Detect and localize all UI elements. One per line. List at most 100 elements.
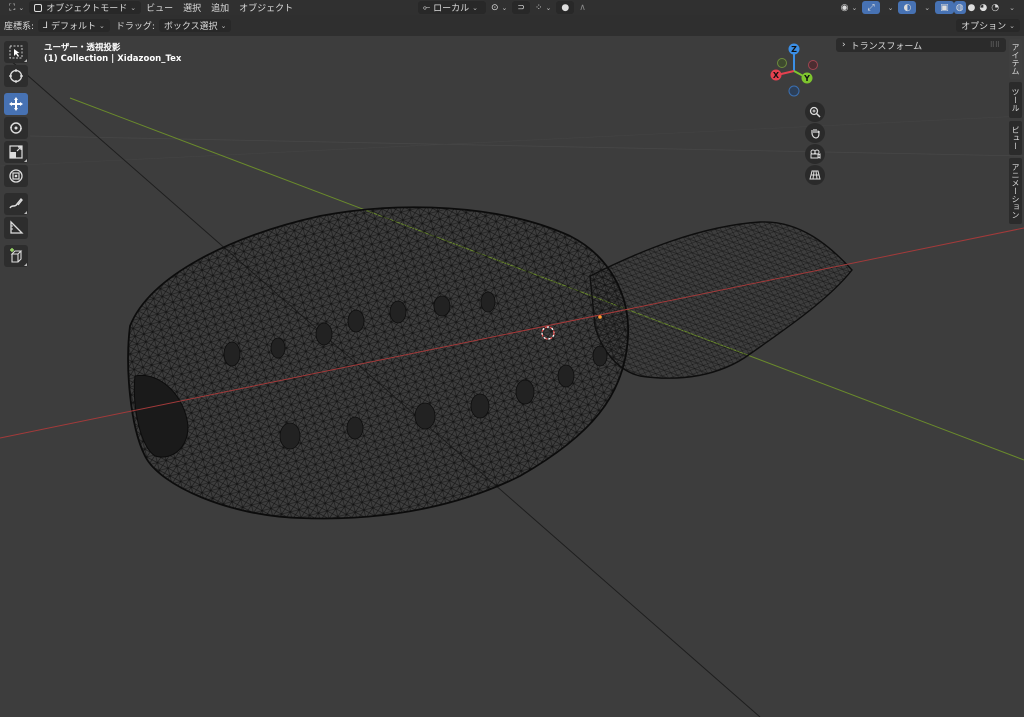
navigation-gizmo[interactable]: Z X Y: [764, 41, 828, 101]
falloff-icon: ∧: [579, 2, 586, 13]
tool-select-box[interactable]: [4, 41, 28, 63]
gizmo-x-label: X: [773, 71, 780, 80]
editor-type-button[interactable]: ⛶ ⌄: [4, 1, 29, 14]
visibility-dropdown[interactable]: ◉ ⌄: [836, 1, 863, 14]
drag-handle-icon[interactable]: ⠿⠿: [990, 41, 1000, 49]
tool-transform[interactable]: [4, 165, 28, 187]
tool-cursor[interactable]: [4, 65, 28, 87]
camera-view-button[interactable]: [805, 144, 825, 164]
cursor-icon: [9, 69, 23, 83]
eye-icon: ◉: [840, 2, 849, 13]
wireframe-sphere-icon: ◍: [955, 2, 964, 13]
rotate-icon: [10, 122, 22, 134]
gizmo-dropdown[interactable]: ⌄: [880, 1, 899, 14]
drag-action-dropdown[interactable]: ボックス選択 ⌄: [158, 19, 232, 32]
magnet-icon: ⊃: [517, 2, 525, 13]
gizmo-neg-x[interactable]: [808, 60, 818, 70]
shading-wireframe[interactable]: ◍: [953, 1, 966, 14]
gizmo-neg-y[interactable]: [777, 58, 787, 68]
proportional-edit-toggle[interactable]: ●: [556, 1, 575, 14]
axes-icon: ⅃: [43, 20, 49, 31]
solid-sphere-icon: ●: [967, 2, 976, 13]
gizmo-icon: ⤢: [867, 2, 875, 13]
add-cube-icon: [10, 248, 23, 263]
tool-move[interactable]: [4, 93, 28, 115]
mode-dropdown[interactable]: オブジェクトモード ⌄: [29, 1, 142, 14]
object-mode-icon: [34, 3, 43, 12]
perspective-toggle-button[interactable]: [805, 165, 825, 185]
tool-rotate[interactable]: [4, 117, 28, 139]
transform-panel-title: トランスフォーム: [850, 41, 923, 52]
pan-hand-icon: [811, 129, 820, 139]
orientation-icon: ⟜: [423, 2, 431, 13]
coord-system-dropdown[interactable]: ⅃ デフォルト ⌄: [38, 19, 110, 32]
scale-icon: [9, 145, 23, 159]
shading-solid[interactable]: ●: [966, 1, 978, 14]
object-origin: [598, 315, 602, 319]
coord-value: デフォルト: [50, 22, 96, 32]
header-bar: ⛶ ⌄ オブジェクトモード ⌄ ビュー 選択 追加 オブジェクト ⟜ ローカル ⌄ ⊙…: [0, 0, 1024, 15]
transform-panel-header[interactable]: › トランスフォーム ⠿⠿: [836, 38, 1006, 52]
drag-value: ボックス選択: [163, 22, 218, 32]
options-label: オプション: [961, 22, 1007, 32]
grid-line: [0, 115, 1024, 167]
view3d-editor-icon: ⛶: [9, 2, 16, 13]
move-icon: [9, 97, 23, 111]
menu-add[interactable]: 追加: [206, 1, 234, 14]
overlay-dropdown[interactable]: ⌄: [916, 1, 935, 14]
coord-label: 座標系:: [4, 22, 35, 32]
gizmo-y-label: Y: [803, 74, 810, 83]
shading-dropdown[interactable]: ⌄: [1001, 1, 1020, 14]
mesh-tail: [589, 221, 853, 379]
gizmo-toggle[interactable]: ⤢: [862, 1, 880, 14]
shading-rendered[interactable]: ◔: [989, 1, 1001, 14]
pan-button[interactable]: [805, 123, 825, 143]
camera-icon: [810, 149, 821, 159]
tool-settings-bar: 座標系: ⅃ デフォルト ⌄ ドラッグ: ボックス選択 ⌄ オプション ⌄: [0, 15, 1024, 36]
sidebar-tabs: アイテム ツール ビュー アニメーション: [1009, 39, 1022, 227]
snap-target-dropdown[interactable]: ⁘ ⌄: [530, 1, 556, 14]
menu-view[interactable]: ビュー: [141, 1, 178, 14]
axis-gizmo-canvas: Z X Y: [770, 43, 818, 97]
material-sphere-icon: ◕: [979, 2, 988, 13]
3d-viewport[interactable]: ユーザー・透視投影 (1) Collection | Xidazoon_Tex: [0, 36, 1024, 717]
tab-item[interactable]: アイテム: [1009, 39, 1022, 79]
orientation-label: ローカル: [433, 4, 470, 14]
proportional-icon: ●: [561, 2, 570, 13]
grid-perspective-icon: [809, 170, 821, 180]
overlay-toggle[interactable]: ◐: [898, 1, 917, 14]
gizmo-neg-z[interactable]: [788, 85, 800, 97]
transform-orientation-dropdown[interactable]: ⟜ ローカル ⌄: [418, 1, 486, 14]
tool-add-cube[interactable]: [4, 245, 28, 267]
overlay-icon: ◐: [903, 2, 912, 13]
xray-icon: ▣: [940, 2, 949, 13]
pivot-icon: ⊙: [491, 2, 499, 13]
rendered-sphere-icon: ◔: [991, 2, 1000, 13]
chevron-right-icon: ›: [842, 40, 846, 50]
tab-animation[interactable]: アニメーション: [1009, 158, 1022, 224]
view-name-label: ユーザー・透視投影: [44, 43, 121, 53]
tool-scale[interactable]: [4, 141, 28, 163]
tab-tool[interactable]: ツール: [1009, 82, 1022, 118]
tool-measure[interactable]: [4, 217, 28, 239]
mode-label: オブジェクトモード: [46, 4, 128, 14]
menu-select[interactable]: 選択: [178, 1, 206, 14]
tool-annotate[interactable]: [4, 193, 28, 215]
measure-icon: [10, 220, 24, 234]
menu-object[interactable]: オブジェクト: [234, 1, 298, 14]
zoom-button[interactable]: [805, 102, 825, 122]
shading-material[interactable]: ◕: [977, 1, 989, 14]
drag-label: ドラッグ:: [115, 22, 155, 32]
xray-toggle[interactable]: ▣: [935, 1, 954, 14]
select-box-icon: [9, 45, 23, 59]
transform-icon: [9, 169, 23, 183]
collection-label: (1) Collection | Xidazoon_Tex: [44, 54, 182, 64]
viewport-canvas: [0, 59, 1024, 717]
pivot-point-dropdown[interactable]: ⊙ ⌄: [486, 1, 512, 14]
snap-toggle[interactable]: ⊃: [512, 1, 530, 14]
mesh-body: [127, 206, 629, 520]
options-dropdown[interactable]: オプション ⌄: [956, 19, 1020, 32]
zoom-icon: [809, 106, 821, 118]
falloff-dropdown[interactable]: ∧: [574, 1, 591, 14]
tab-view[interactable]: ビュー: [1009, 121, 1022, 155]
